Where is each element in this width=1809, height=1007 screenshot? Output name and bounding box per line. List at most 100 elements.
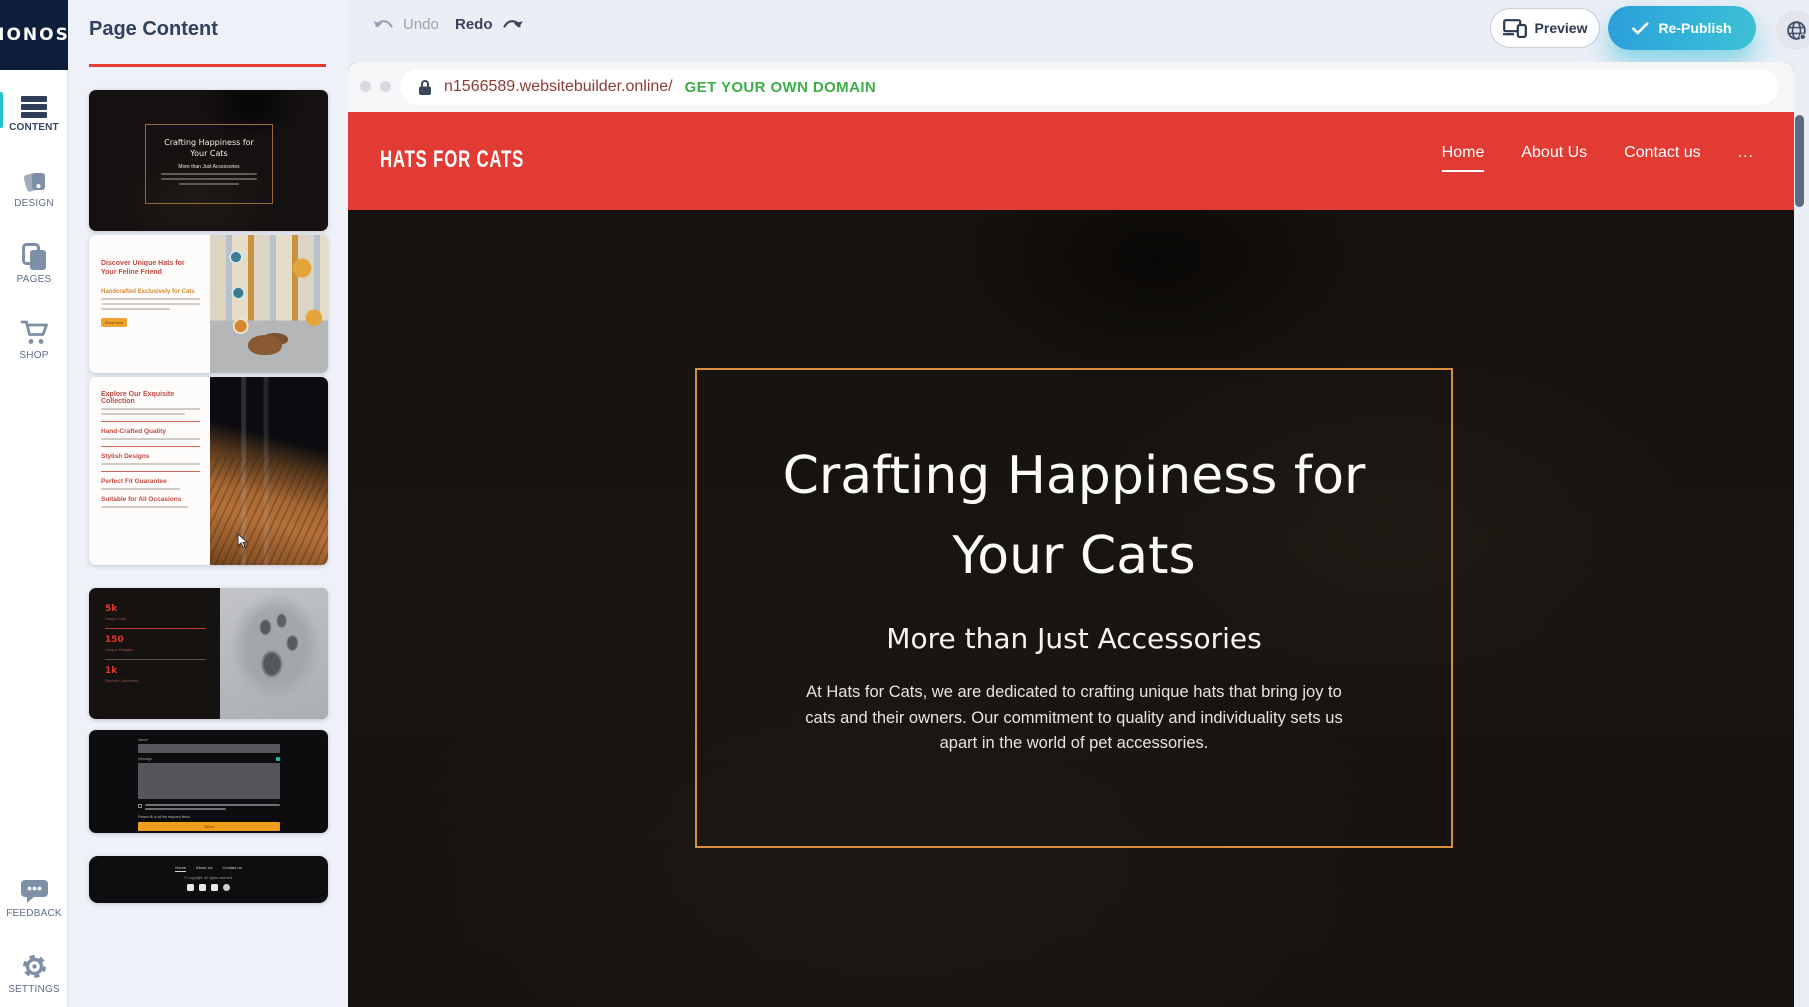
sidebar: CONTENT DESIGN PAGES SH [0,70,68,1007]
sidebar-item-feedback[interactable]: FEEDBACK [0,876,68,919]
stat-label: Happy Cats [105,616,206,621]
thumb-footer-copyright: © Copyright. All rights reserved. [89,876,328,880]
divider [101,421,200,422]
stat-value: 1k [105,666,206,676]
thumb-footer-nav: Home About Us Contact us [89,865,328,872]
thumb-intro-heading: Discover Unique Hats for Your Feline Fri… [101,259,200,277]
twitter-icon [199,884,206,891]
thumb-stats-col: 5k Happy Cats 150 Unique Designs 1k Repe… [89,588,220,719]
thumb-feature-heading: Explore Our Exquisite Collection [101,391,200,405]
sidebar-item-label: SHOP [0,350,68,361]
linkedin-icon [211,884,218,891]
stat-label: Unique Designs [105,647,206,652]
thumb-text-line [179,183,239,185]
site-url: n1566589.websitebuilder.online/ [444,78,673,96]
hero-body-text: At Hats for Cats, we are dedicated to cr… [792,680,1357,757]
site-header: HATS FOR CATS Home About Us Contact us .… [348,112,1794,210]
redo-arrow-icon [500,17,524,32]
undo-button[interactable]: Undo [372,16,439,33]
preview-button[interactable]: Preview [1490,8,1600,48]
stat-label: Repeat Customers [105,678,206,683]
thumb-name-input [138,744,280,753]
ionos-logo[interactable]: IONOS [0,0,68,70]
thumb-message-label: Message [138,757,152,761]
hero-heading: Crafting Happiness for Your Cats [783,436,1366,596]
thumb-feature-heading: Perfect Fit Guarantee [101,478,200,485]
section-thumbnail-stats[interactable]: 5k Happy Cats 150 Unique Designs 1k Repe… [89,588,328,719]
hero-heading-line1: Crafting Happiness for [783,436,1366,516]
thumb-hero-box: Crafting Happiness for Your Cats More th… [145,124,273,204]
sidebar-item-label: DESIGN [0,198,68,209]
site-brand[interactable]: HATS FOR CATS [380,146,524,174]
section-thumbnail-features[interactable]: Explore Our Exquisite Collection Hand-Cr… [89,377,328,565]
emoji-icon [276,757,280,761]
hero-section[interactable]: Crafting Happiness for Your Cats More th… [348,210,1794,1007]
thumb-hero-heading-line1: Crafting Happiness for [164,137,254,148]
design-swatch-icon [0,166,68,194]
thumb-message-textarea [138,763,280,799]
stat-value: 150 [105,635,206,645]
section-thumbnail-footer[interactable]: Home About Us Contact us © Copyright. Al… [89,856,328,903]
browser-chrome-bar: n1566589.websitebuilder.online/ GET YOUR… [348,62,1794,112]
section-thumbnail-intro[interactable]: Discover Unique Hats for Your Feline Fri… [89,235,328,373]
panel-title: Page Content [89,18,218,41]
thumb-intro-subheading: Handcrafted Exclusively for Cats [101,289,200,295]
thumb-text-line [101,413,185,415]
cat-photo-shape [248,335,282,355]
section-thumbnail-hero[interactable]: Crafting Happiness for Your Cats More th… [89,90,328,231]
divider [101,471,200,472]
domain-globe-button[interactable] [1776,10,1809,50]
thumb-required-note: Please fill in all the required fields [138,815,280,819]
redo-button[interactable]: Redo [455,16,524,33]
instagram-icon [223,884,230,891]
thumb-text-line [101,298,200,300]
sidebar-item-label: SETTINGS [0,984,68,995]
stat-value: 5k [105,604,206,614]
thumb-footer-link: About Us [196,865,212,872]
hero-content-box[interactable]: Crafting Happiness for Your Cats More th… [695,368,1453,848]
thumb-text-line [101,463,200,465]
republish-button[interactable]: Re-Publish [1608,6,1756,50]
sidebar-item-settings[interactable]: SETTINGS [0,952,68,995]
sidebar-item-content[interactable]: CONTENT [0,90,68,133]
nav-item-about[interactable]: About Us [1521,144,1587,170]
devices-icon [1503,19,1527,38]
thumb-intro-text-col: Discover Unique Hats for Your Feline Fri… [89,235,210,373]
sidebar-item-shop[interactable]: SHOP [0,318,68,361]
thumb-contact-form: Name* Message Please fill in all the req… [138,738,280,831]
thumb-legal-text [145,804,280,812]
get-domain-link[interactable]: GET YOUR OWN DOMAIN [685,79,877,96]
thumb-text-line [101,438,200,440]
sidebar-item-pages[interactable]: PAGES [0,242,68,285]
mouse-cursor [237,533,250,549]
content-bars-icon [0,90,68,118]
panel-accent-rule [89,64,326,67]
hero-heading-line2: Your Cats [783,516,1366,596]
thumb-feature-heading: Hand-Crafted Quality [101,428,200,435]
site-nav: Home About Us Contact us ... [1442,144,1754,172]
preview-scrollbar-thumb[interactable] [1795,115,1804,207]
sidebar-item-label: CONTENT [0,122,68,133]
divider [101,446,200,447]
thumb-text-line [101,408,200,410]
divider [105,659,206,660]
sidebar-item-label: FEEDBACK [0,908,68,919]
thumb-intro-button: Shop Now [101,318,127,327]
nav-item-home[interactable]: Home [1442,144,1485,172]
thumb-hero-subheading: More than Just Accessories [178,164,239,170]
undo-label: Undo [403,16,439,33]
lock-icon [418,79,432,96]
cat-fur-texture [210,457,328,565]
address-bar[interactable]: n1566589.websitebuilder.online/ GET YOUR… [400,69,1778,105]
nav-item-contact[interactable]: Contact us [1624,144,1700,170]
sidebar-item-design[interactable]: DESIGN [0,166,68,209]
nav-more-ellipsis[interactable]: ... [1738,144,1754,170]
pages-icon [0,242,68,270]
gear-icon [0,952,68,980]
thumb-name-label: Name* [138,738,280,742]
section-thumbnail-contact[interactable]: Name* Message Please fill in all the req… [89,730,328,833]
thumb-text-line [101,303,200,305]
thumb-feature-heading: Stylish Designs [101,453,200,460]
page-content-panel: Page Content Crafting Happiness for Your… [68,0,348,1007]
thumb-send-button: Send [138,822,280,831]
